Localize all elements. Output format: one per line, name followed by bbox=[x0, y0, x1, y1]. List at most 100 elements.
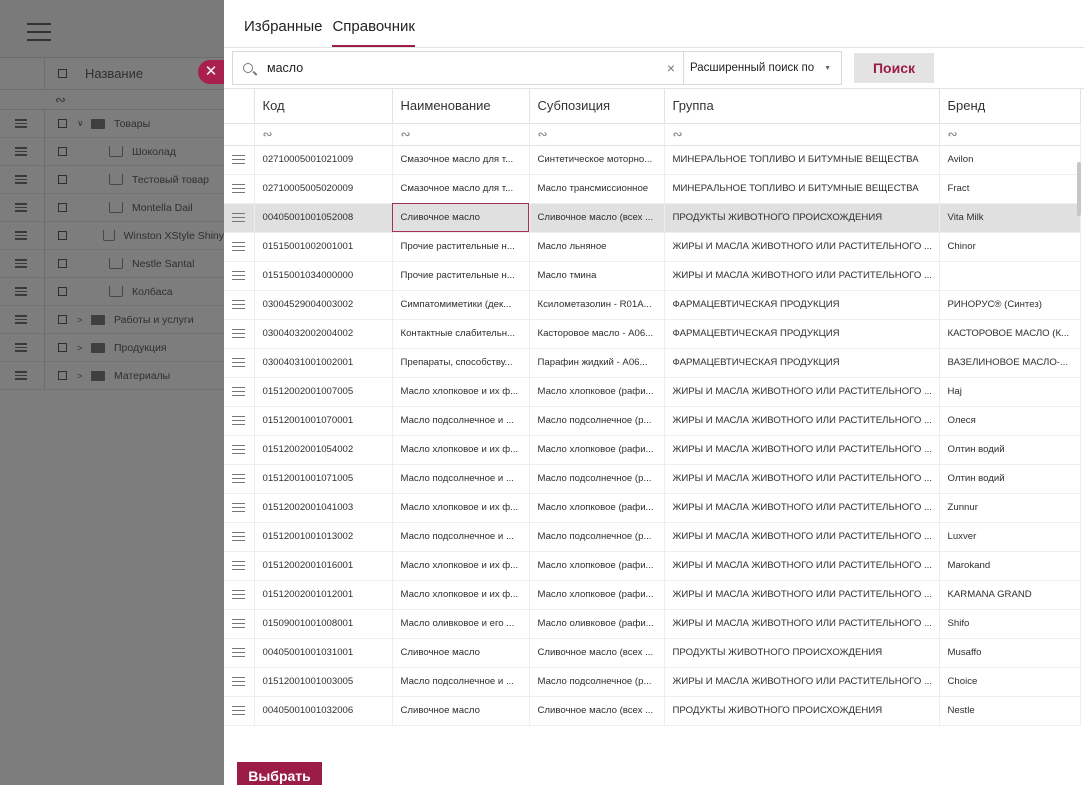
cell-subposition[interactable]: Сливочное масло (всех ... bbox=[529, 203, 665, 233]
drag-handle-icon[interactable] bbox=[224, 406, 255, 436]
table-row[interactable]: 03004032002004002 Контактные слабительн..… bbox=[224, 319, 1081, 349]
drag-handle-icon[interactable] bbox=[224, 319, 255, 349]
cell-group[interactable]: ЖИРЫ И МАСЛА ЖИВОТНОГО ИЛИ РАСТИТЕЛЬНОГО… bbox=[664, 406, 940, 436]
table-row[interactable]: 01509001001008001 Масло оливковое и его .… bbox=[224, 609, 1081, 639]
cell-name[interactable]: Контактные слабительн... bbox=[392, 319, 530, 349]
drag-handle-icon[interactable] bbox=[224, 464, 255, 494]
tree-row[interactable]: Тестовый товар bbox=[0, 166, 224, 194]
cell-group[interactable]: ЖИРЫ И МАСЛА ЖИВОТНОГО ИЛИ РАСТИТЕЛЬНОГО… bbox=[664, 667, 940, 697]
cell-brand[interactable]: Nestle bbox=[939, 696, 1081, 726]
drag-handle-icon[interactable] bbox=[224, 551, 255, 581]
table-row[interactable]: 03004031001002001 Препараты, способству..… bbox=[224, 348, 1081, 378]
chevron-down-icon[interactable]: ∨ bbox=[77, 118, 87, 129]
cell-group[interactable]: ЖИРЫ И МАСЛА ЖИВОТНОГО ИЛИ РАСТИТЕЛЬНОГО… bbox=[664, 493, 940, 523]
cell-brand[interactable]: Zunnur bbox=[939, 493, 1081, 523]
tree-row[interactable]: ∨ Товары bbox=[0, 110, 224, 138]
tree-row[interactable]: > Материалы bbox=[0, 362, 224, 390]
cell-name[interactable]: Масло подсолнечное и ... bbox=[392, 464, 530, 494]
table-row[interactable]: 00405001001032006 Сливочное масло Сливочно… bbox=[224, 696, 1081, 726]
cell-name[interactable]: Масло хлопковое и их ф... bbox=[392, 493, 530, 523]
cell-name[interactable]: Масло хлопковое и их ф... bbox=[392, 435, 530, 465]
cell-subposition[interactable]: Масло хлопковое (рафи... bbox=[529, 493, 665, 523]
search-input[interactable] bbox=[267, 61, 647, 75]
cell-code[interactable]: 00405001001052008 bbox=[254, 203, 393, 233]
cell-brand[interactable]: ВАЗЕЛИНОВОЕ МАСЛО-... bbox=[939, 348, 1081, 378]
cell-group[interactable]: ПРОДУКТЫ ЖИВОТНОГО ПРОИСХОЖДЕНИЯ bbox=[664, 696, 940, 726]
table-row[interactable]: 01512002001016001 Масло хлопковое и их ф.… bbox=[224, 551, 1081, 581]
cell-code[interactable]: 00405001001031001 bbox=[254, 638, 393, 668]
drag-handle-icon[interactable] bbox=[0, 278, 45, 305]
filter-icon[interactable]: ∾ bbox=[392, 123, 530, 146]
table-row[interactable]: 01512001001071005 Масло подсолнечное и ..… bbox=[224, 464, 1081, 494]
cell-name[interactable]: Прочие растительные н... bbox=[392, 261, 530, 291]
drag-handle-icon[interactable] bbox=[224, 174, 255, 204]
table-row[interactable]: 01512002001041003 Масло хлопковое и их ф.… bbox=[224, 493, 1081, 523]
col-name[interactable]: Наименование bbox=[392, 89, 530, 124]
cell-brand[interactable]: Musaffo bbox=[939, 638, 1081, 668]
table-row[interactable]: 01512001001070001 Масло подсолнечное и ..… bbox=[224, 406, 1081, 436]
cell-group[interactable]: ЖИРЫ И МАСЛА ЖИВОТНОГО ИЛИ РАСТИТЕЛЬНОГО… bbox=[664, 435, 940, 465]
select-button[interactable]: Выбрать bbox=[237, 762, 322, 785]
tab-reference[interactable]: Справочник bbox=[332, 18, 415, 47]
drag-handle-icon[interactable] bbox=[0, 110, 45, 137]
cell-name[interactable]: Масло хлопковое и их ф... bbox=[392, 377, 530, 407]
cell-subposition[interactable]: Масло хлопковое (рафи... bbox=[529, 551, 665, 581]
cell-group[interactable]: МИНЕРАЛЬНОЕ ТОПЛИВО И БИТУМНЫЕ ВЕЩЕСТВА bbox=[664, 145, 940, 175]
drag-handle-icon[interactable] bbox=[0, 194, 45, 221]
cell-brand[interactable]: Vita Milk bbox=[939, 203, 1081, 233]
drag-handle-icon[interactable] bbox=[0, 334, 45, 361]
cell-brand[interactable]: KARMANA GRAND bbox=[939, 580, 1081, 610]
cell-code[interactable]: 01512002001041003 bbox=[254, 493, 393, 523]
tree-row[interactable]: Winston XStyle Shiny bbox=[0, 222, 224, 250]
cell-name[interactable]: Масло подсолнечное и ... bbox=[392, 406, 530, 436]
filter-icon[interactable]: ∾ bbox=[529, 123, 665, 146]
scrollbar[interactable] bbox=[1077, 162, 1081, 216]
row-checkbox[interactable] bbox=[58, 119, 67, 128]
chevron-right-icon[interactable]: > bbox=[77, 371, 87, 381]
tree-row[interactable]: > Работы и услуги bbox=[0, 306, 224, 334]
cell-code[interactable]: 01509001001008001 bbox=[254, 609, 393, 639]
cell-brand[interactable]: Choice bbox=[939, 667, 1081, 697]
cell-name[interactable]: Сливочное масло bbox=[392, 638, 530, 668]
cell-brand[interactable]: Luxver bbox=[939, 522, 1081, 552]
table-row[interactable]: 01515001034000000 Прочие растительные н..… bbox=[224, 261, 1081, 291]
drag-handle-icon[interactable] bbox=[0, 250, 45, 277]
cell-name[interactable]: Масло подсолнечное и ... bbox=[392, 667, 530, 697]
cell-group[interactable]: ПРОДУКТЫ ЖИВОТНОГО ПРОИСХОЖДЕНИЯ bbox=[664, 203, 940, 233]
cell-brand[interactable]: КАСТОРОВОЕ МАСЛО (К... bbox=[939, 319, 1081, 349]
drag-handle-icon[interactable] bbox=[0, 306, 45, 333]
drag-handle-icon[interactable] bbox=[224, 638, 255, 668]
cell-brand[interactable]: Олтин водий bbox=[939, 464, 1081, 494]
cell-brand[interactable]: Avilon bbox=[939, 145, 1081, 175]
drag-handle-icon[interactable] bbox=[0, 138, 45, 165]
table-row[interactable]: 03004529004003002 Симпатомиметики (дек...… bbox=[224, 290, 1081, 320]
cell-name[interactable]: Препараты, способству... bbox=[392, 348, 530, 378]
close-icon[interactable]: ✕ bbox=[198, 60, 224, 84]
filter-icon[interactable]: ∾ bbox=[664, 123, 940, 146]
cell-code[interactable]: 03004032002004002 bbox=[254, 319, 393, 349]
cell-subposition[interactable]: Синтетическое моторно... bbox=[529, 145, 665, 175]
cell-group[interactable]: ФАРМАЦЕВТИЧЕСКАЯ ПРОДУКЦИЯ bbox=[664, 290, 940, 320]
table-row[interactable]: 01512001001003005 Масло подсолнечное и ..… bbox=[224, 667, 1081, 697]
tree-row[interactable]: Колбаса bbox=[0, 278, 224, 306]
cell-code[interactable]: 01512001001070001 bbox=[254, 406, 393, 436]
drag-handle-icon[interactable] bbox=[224, 203, 255, 233]
cell-brand[interactable]: РИНОРУС® (Синтез) bbox=[939, 290, 1081, 320]
cell-subposition[interactable]: Парафин жидкий - A06... bbox=[529, 348, 665, 378]
row-checkbox[interactable] bbox=[58, 203, 67, 212]
cell-code[interactable]: 01515001002001001 bbox=[254, 232, 393, 262]
drag-handle-icon[interactable] bbox=[224, 696, 255, 726]
cell-group[interactable]: ЖИРЫ И МАСЛА ЖИВОТНОГО ИЛИ РАСТИТЕЛЬНОГО… bbox=[664, 261, 940, 291]
cell-subposition[interactable]: Масло подсолнечное (р... bbox=[529, 464, 665, 494]
drag-handle-icon[interactable] bbox=[0, 166, 45, 193]
cell-brand[interactable] bbox=[939, 261, 1081, 291]
tree-row[interactable]: Nestle Santal bbox=[0, 250, 224, 278]
drag-handle-icon[interactable] bbox=[224, 493, 255, 523]
cell-brand[interactable]: Chinor bbox=[939, 232, 1081, 262]
cell-subposition[interactable]: Масло подсолнечное (р... bbox=[529, 522, 665, 552]
cell-code[interactable]: 01512001001071005 bbox=[254, 464, 393, 494]
cell-subposition[interactable]: Масло трансмиссионное bbox=[529, 174, 665, 204]
cell-subposition[interactable]: Ксилометазолин - R01A... bbox=[529, 290, 665, 320]
cell-group[interactable]: ЖИРЫ И МАСЛА ЖИВОТНОГО ИЛИ РАСТИТЕЛЬНОГО… bbox=[664, 522, 940, 552]
cell-subposition[interactable]: Масло тмина bbox=[529, 261, 665, 291]
